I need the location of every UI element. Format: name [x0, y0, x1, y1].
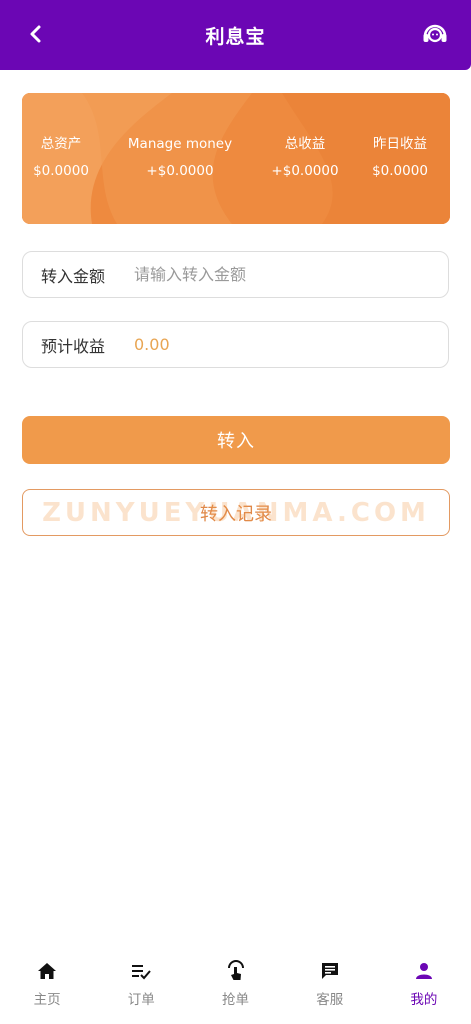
stat-value: +$0.0000	[271, 163, 339, 179]
stat-label: 昨日收益	[373, 136, 427, 152]
tab-customer-service[interactable]: 客服	[283, 950, 377, 1024]
chat-icon	[321, 963, 338, 979]
stat-total-earnings: 总收益 +$0.0000	[260, 133, 350, 181]
tab-home[interactable]: 主页	[0, 950, 94, 1024]
stat-yesterday-earnings: 昨日收益 $0.0000	[350, 133, 450, 181]
stat-label: 总收益	[284, 136, 326, 152]
back-button[interactable]	[24, 22, 48, 46]
stat-label: 总资产	[40, 136, 82, 152]
tab-label: 抢单	[222, 992, 249, 1008]
tab-label: 我的	[410, 992, 438, 1008]
bottom-tab-bar: 主页 订单 抢单 客服 我的	[0, 950, 471, 1024]
transfer-amount-input[interactable]	[134, 265, 448, 284]
estimated-earnings-value: 0.00	[134, 335, 170, 354]
stat-value: +$0.0000	[146, 163, 214, 179]
customer-service-button[interactable]	[421, 20, 449, 48]
stat-total-assets: 总资产 $0.0000	[22, 133, 100, 181]
estimated-earnings-label: 预计收益	[41, 336, 106, 356]
transfer-records-button[interactable]: 转入记录	[22, 489, 450, 536]
stat-manage-money: Manage money +$0.0000	[100, 133, 260, 181]
tab-mine[interactable]: 我的	[377, 950, 471, 1024]
tab-label: 订单	[127, 992, 155, 1008]
tab-grab-order[interactable]: 抢单	[188, 950, 282, 1024]
home-icon	[38, 963, 57, 979]
asset-summary-card: 总资产 $0.0000 Manage money +$0.0000 总收益 +$…	[22, 93, 450, 224]
stat-value: $0.0000	[33, 163, 89, 179]
page-title: 利息宝	[205, 25, 266, 48]
user-icon	[415, 963, 432, 979]
top-bar: 利息宝	[0, 0, 471, 70]
customer-service-icon	[423, 24, 447, 43]
tab-label: 客服	[316, 992, 344, 1008]
transfer-amount-field: 转入金额	[22, 251, 449, 298]
tab-label: 主页	[33, 992, 61, 1008]
chevron-left-icon	[30, 25, 41, 43]
transfer-in-button[interactable]: 转入	[22, 416, 450, 464]
stat-value: $0.0000	[372, 163, 428, 179]
stat-label: Manage money	[127, 136, 233, 152]
tab-orders[interactable]: 订单	[94, 950, 188, 1024]
estimated-earnings-field: 预计收益 0.00	[22, 321, 449, 368]
order-list-icon	[132, 965, 152, 980]
transfer-amount-label: 转入金额	[41, 266, 106, 286]
grab-order-icon	[227, 960, 244, 980]
